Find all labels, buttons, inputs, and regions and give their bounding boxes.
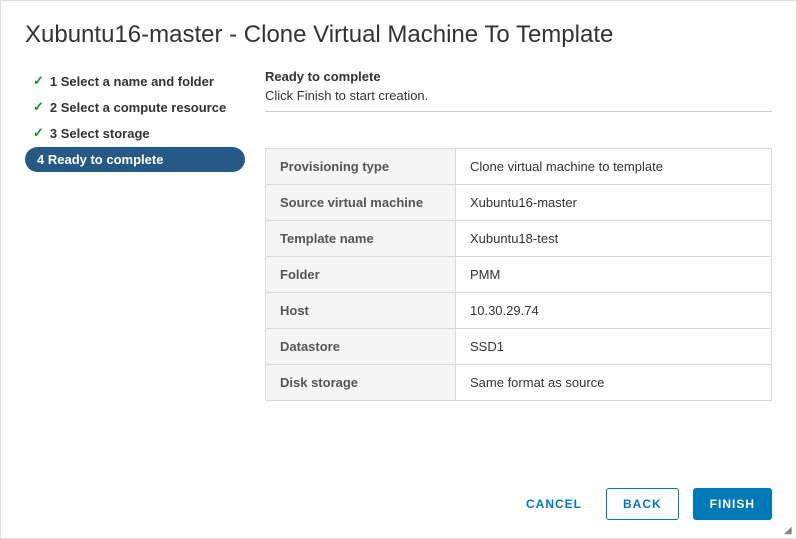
divider [265, 111, 772, 112]
wizard-step-ready[interactable]: 4 Ready to complete [25, 147, 245, 172]
table-row: Disk storage Same format as source [266, 365, 772, 401]
table-row: Folder PMM [266, 257, 772, 293]
table-row: Provisioning type Clone virtual machine … [266, 149, 772, 185]
wizard-step-storage[interactable]: ✓ 3 Select storage [25, 121, 245, 145]
step-label: 4 Ready to complete [37, 152, 163, 167]
summary-label: Template name [266, 221, 456, 257]
step-label: 3 Select storage [50, 126, 150, 141]
summary-label: Datastore [266, 329, 456, 365]
summary-value: SSD1 [456, 329, 772, 365]
summary-label: Host [266, 293, 456, 329]
cancel-button[interactable]: CANCEL [516, 489, 592, 519]
summary-value: Clone virtual machine to template [456, 149, 772, 185]
dialog-footer: CANCEL BACK FINISH [516, 488, 772, 520]
wizard-step-name-folder[interactable]: ✓ 1 Select a name and folder [25, 69, 245, 93]
summary-value: Xubuntu18-test [456, 221, 772, 257]
table-row: Datastore SSD1 [266, 329, 772, 365]
table-row: Source virtual machine Xubuntu16-master [266, 185, 772, 221]
summary-label: Folder [266, 257, 456, 293]
main-panel: Ready to complete Click Finish to start … [245, 69, 772, 401]
dialog-title: Xubuntu16-master - Clone Virtual Machine… [25, 21, 772, 49]
step-label: 2 Select a compute resource [50, 100, 226, 115]
finish-button[interactable]: FINISH [693, 488, 772, 520]
summary-label: Source virtual machine [266, 185, 456, 221]
summary-label: Provisioning type [266, 149, 456, 185]
wizard-steps-sidebar: ✓ 1 Select a name and folder ✓ 2 Select … [25, 69, 245, 401]
summary-value: PMM [456, 257, 772, 293]
content-area: ✓ 1 Select a name and folder ✓ 2 Select … [25, 69, 772, 401]
summary-table: Provisioning type Clone virtual machine … [265, 148, 772, 401]
table-row: Template name Xubuntu18-test [266, 221, 772, 257]
summary-value: Xubuntu16-master [456, 185, 772, 221]
resize-handle-icon[interactable]: ◢ [784, 526, 794, 536]
table-row: Host 10.30.29.74 [266, 293, 772, 329]
back-button[interactable]: BACK [606, 488, 679, 520]
check-icon: ✓ [33, 99, 44, 115]
section-title: Ready to complete [265, 69, 772, 84]
check-icon: ✓ [33, 73, 44, 89]
wizard-step-compute-resource[interactable]: ✓ 2 Select a compute resource [25, 95, 245, 119]
section-description: Click Finish to start creation. [265, 88, 772, 103]
step-label: 1 Select a name and folder [50, 74, 214, 89]
summary-label: Disk storage [266, 365, 456, 401]
check-icon: ✓ [33, 125, 44, 141]
summary-value: 10.30.29.74 [456, 293, 772, 329]
summary-value: Same format as source [456, 365, 772, 401]
wizard-dialog: Xubuntu16-master - Clone Virtual Machine… [1, 1, 796, 421]
